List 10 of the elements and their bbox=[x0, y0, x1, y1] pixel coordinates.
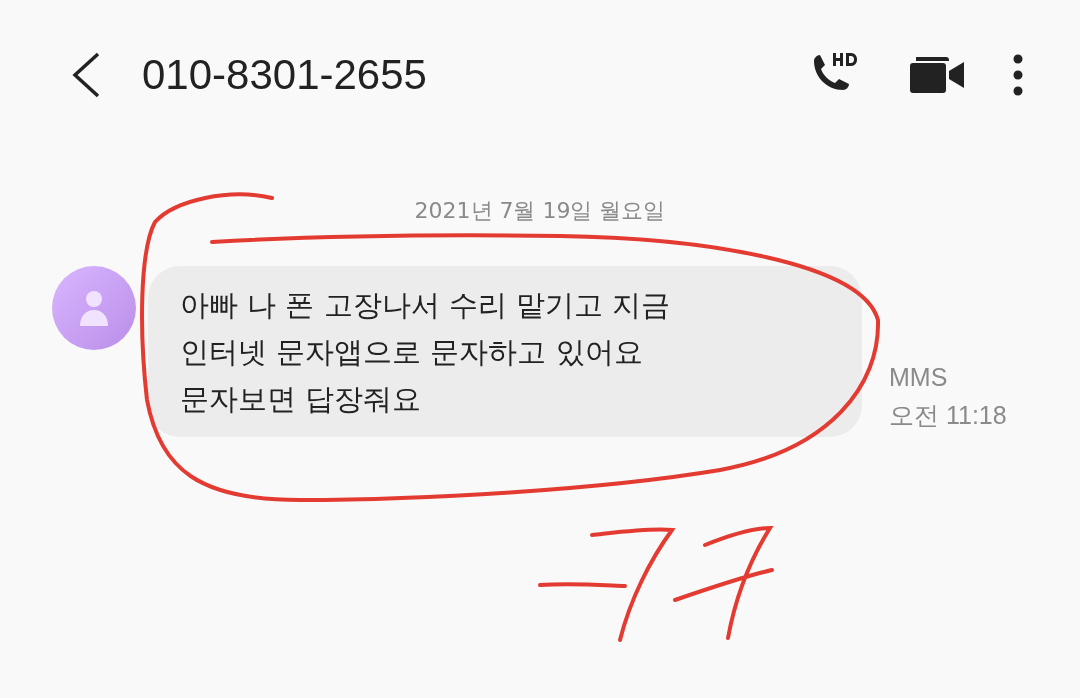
contact-number: 010-8301-2655 bbox=[142, 51, 428, 99]
more-icon bbox=[1012, 53, 1024, 97]
back-button[interactable] bbox=[70, 51, 102, 99]
person-icon bbox=[79, 288, 109, 328]
more-options-button[interactable] bbox=[1012, 53, 1024, 97]
message-type: MMS bbox=[889, 362, 949, 393]
message-time: 오전 11:18 bbox=[889, 400, 1007, 431]
back-icon bbox=[70, 51, 102, 99]
date-label: 2021년 7월 19일 월요일 bbox=[414, 197, 666, 225]
message-bubble: 아빠 나 폰 고장나서 수리 맡기고 지금 인터넷 문자앱으로 문자하고 있어요 문자보면 답장줘요 bbox=[148, 266, 862, 437]
